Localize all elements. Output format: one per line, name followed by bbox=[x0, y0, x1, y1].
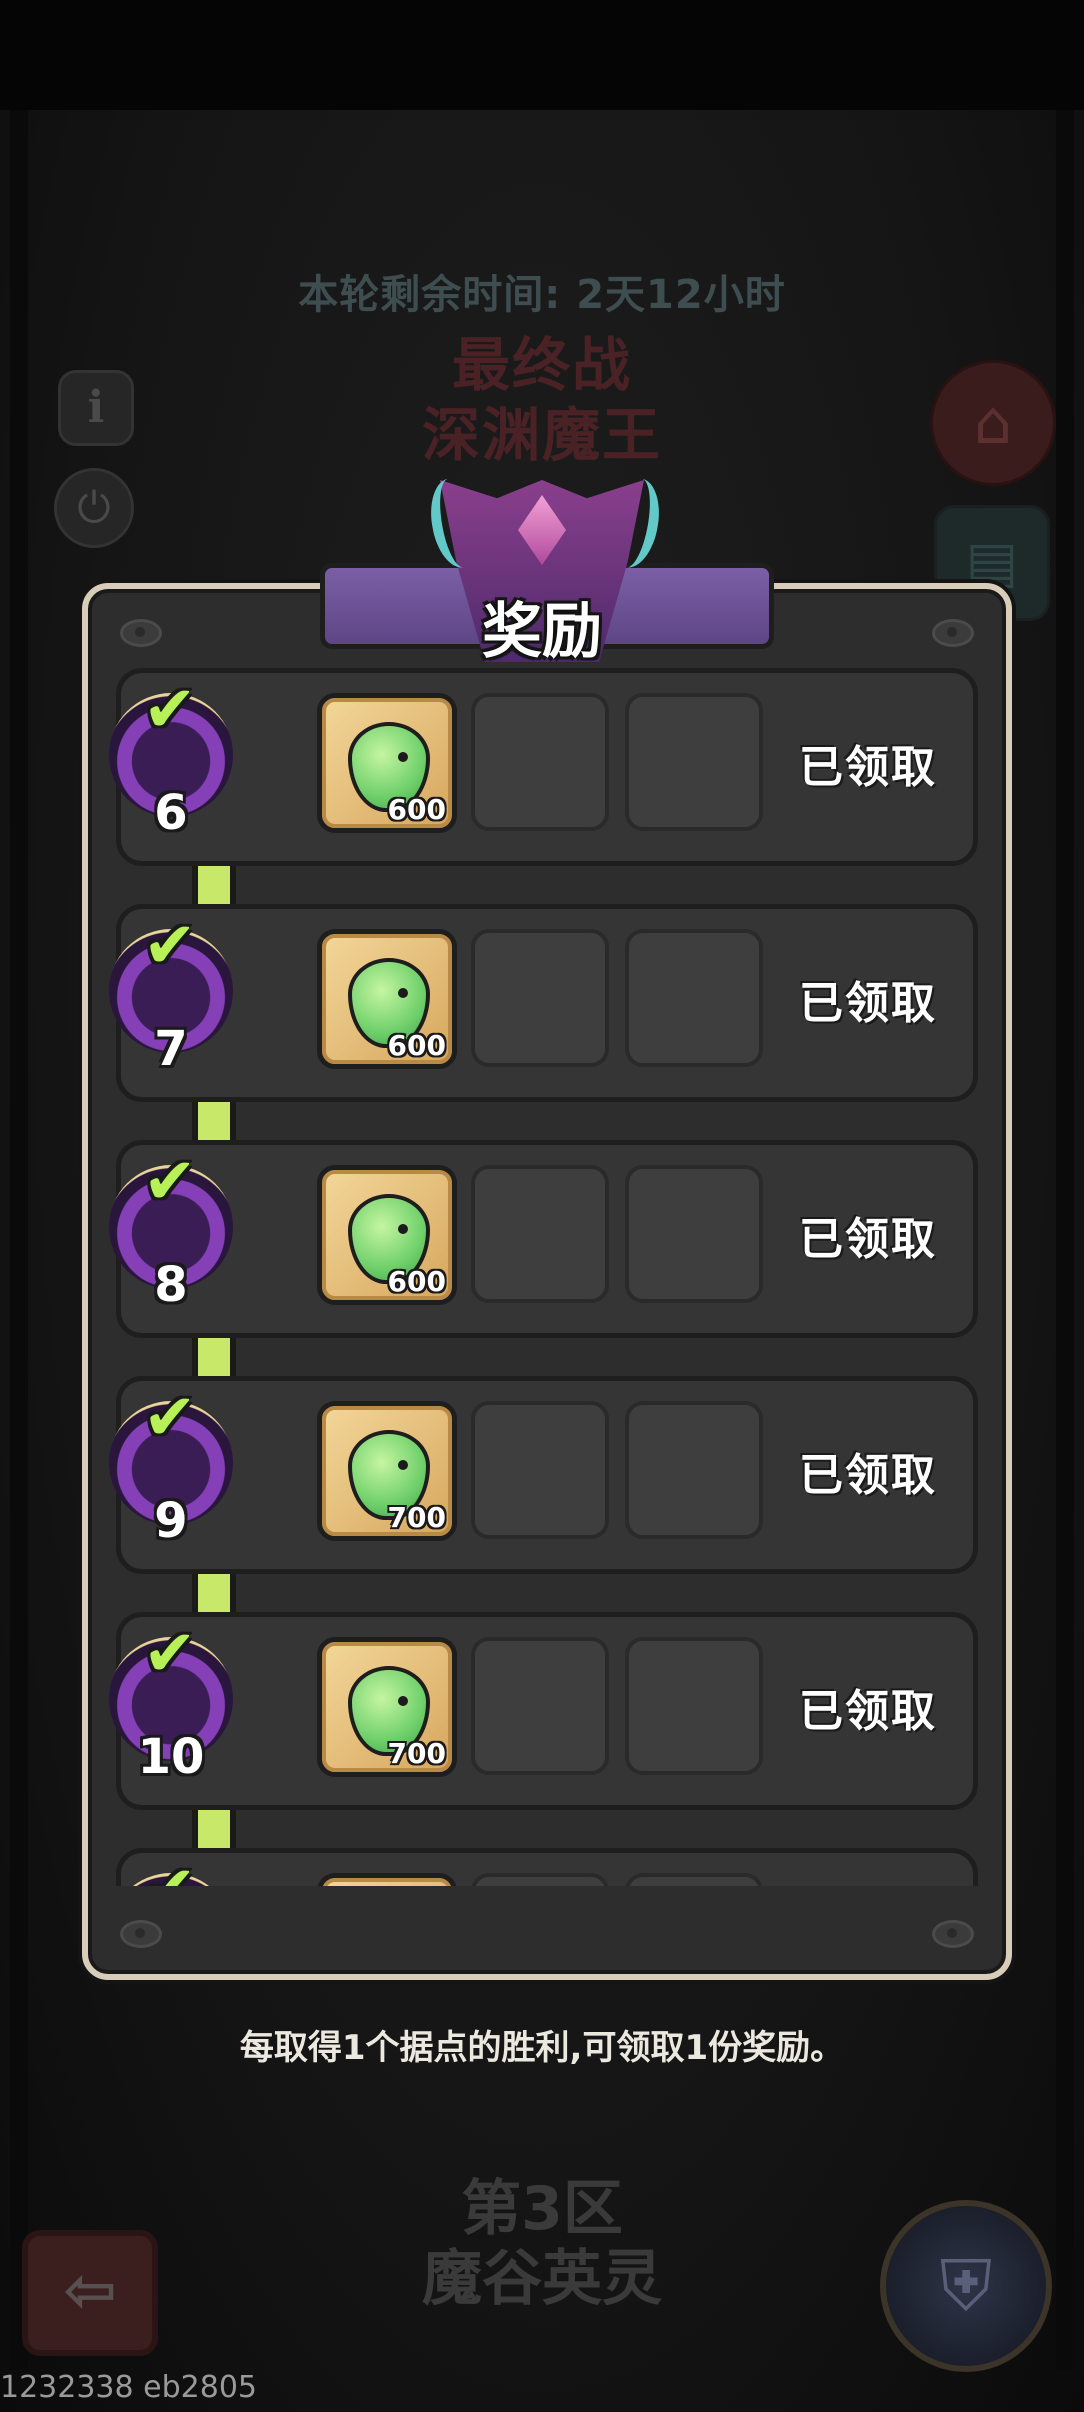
back-arrow-icon: ⇦ bbox=[63, 2254, 117, 2328]
panel-title: 奖励 bbox=[482, 597, 602, 667]
reward-item-slot[interactable]: 700 bbox=[317, 1401, 457, 1541]
stage-badge: ✔ 7 bbox=[109, 909, 239, 1077]
reward-hint-text: 每取得1个据点的胜利,可领取1份奖励。 bbox=[239, 2028, 845, 2068]
reward-item-slot[interactable]: 600 bbox=[317, 929, 457, 1069]
empty-slot bbox=[471, 1873, 609, 1886]
reward-row: ✔ 9 700 已领取 bbox=[109, 1376, 978, 1574]
check-icon: ✔ bbox=[143, 1617, 197, 1691]
claimed-status: 已领取 bbox=[799, 978, 937, 1029]
empty-slot bbox=[625, 1165, 763, 1303]
empty-slot bbox=[471, 929, 609, 1067]
bolt-decoration bbox=[120, 1920, 162, 1948]
stage-number: 10 bbox=[137, 1729, 205, 1785]
stage-number: 9 bbox=[154, 1493, 188, 1549]
build-id-label: 1232338 eb2805 bbox=[0, 2370, 257, 2405]
reward-row: ✔ bbox=[109, 1848, 978, 1886]
stage-badge: ✔ 6 bbox=[109, 673, 239, 841]
stage-number: 8 bbox=[154, 1257, 188, 1313]
stage-number: 6 bbox=[154, 785, 188, 841]
status-bar-area bbox=[0, 0, 1084, 110]
stage-number: 7 bbox=[154, 1021, 188, 1077]
reward-row: ✔ 8 600 已领取 bbox=[109, 1140, 978, 1338]
reward-list[interactable]: ✔ 6 600 已领取 ✔ 7 600 已领取 ✔ 8 600 已领取 ✔ 9 … bbox=[100, 668, 984, 1886]
stage-badge: ✔ bbox=[109, 1853, 239, 1886]
back-button[interactable]: ⇦ bbox=[22, 2230, 158, 2356]
info-icon: i bbox=[87, 382, 105, 433]
empty-slot bbox=[471, 693, 609, 831]
check-icon: ✔ bbox=[143, 1145, 197, 1219]
check-icon: ✔ bbox=[143, 1381, 197, 1455]
hero-button[interactable]: ⛨ bbox=[880, 2200, 1052, 2372]
reward-row: ✔ 6 600 已领取 bbox=[109, 668, 978, 866]
claimed-status: 已领取 bbox=[799, 742, 937, 793]
power-icon: ⏻ bbox=[77, 483, 111, 532]
empty-slot bbox=[471, 1401, 609, 1539]
check-icon: ✔ bbox=[143, 673, 197, 747]
empty-slot bbox=[625, 1637, 763, 1775]
reward-item-slot[interactable]: 600 bbox=[317, 1165, 457, 1305]
bolt-decoration bbox=[932, 1920, 974, 1948]
stage-badge: ✔ 8 bbox=[109, 1145, 239, 1313]
reward-item-slot[interactable] bbox=[317, 1873, 457, 1886]
reward-quantity: 600 bbox=[387, 1265, 446, 1298]
claimed-status: 已领取 bbox=[799, 1214, 937, 1265]
hero-helmet-icon: ⛨ bbox=[939, 2245, 993, 2327]
empty-slot bbox=[471, 1637, 609, 1775]
round-timer: 本轮剩余时间: 2天12小时 bbox=[298, 272, 786, 318]
stage-badge: ✔ 10 bbox=[109, 1617, 239, 1785]
shop-icon: ⌂ bbox=[973, 388, 1013, 458]
claimed-status: 已领取 bbox=[799, 1686, 937, 1737]
reward-quantity: 600 bbox=[387, 1029, 446, 1062]
empty-slot bbox=[625, 1401, 763, 1539]
reward-item-slot[interactable]: 600 bbox=[317, 693, 457, 833]
check-icon: ✔ bbox=[143, 1853, 197, 1886]
reward-quantity: 700 bbox=[387, 1737, 446, 1770]
reward-quantity: 700 bbox=[387, 1501, 446, 1534]
empty-slot bbox=[625, 693, 763, 831]
info-button[interactable]: i bbox=[58, 370, 134, 446]
power-button[interactable]: ⏻ bbox=[54, 468, 134, 548]
claimed-status: 已领取 bbox=[799, 1450, 937, 1501]
reward-row: ✔ 7 600 已领取 bbox=[109, 904, 978, 1102]
reward-quantity: 600 bbox=[387, 793, 446, 826]
check-icon: ✔ bbox=[143, 909, 197, 983]
reward-item-slot[interactable]: 700 bbox=[317, 1637, 457, 1777]
boss-title-line2: 深渊魔王 bbox=[421, 401, 662, 469]
reward-row: ✔ 10 700 已领取 bbox=[109, 1612, 978, 1810]
empty-slot bbox=[471, 1165, 609, 1303]
empty-slot bbox=[625, 929, 763, 1067]
empty-slot bbox=[625, 1873, 763, 1886]
stage-badge: ✔ 9 bbox=[109, 1381, 239, 1549]
shop-button[interactable]: ⌂ bbox=[930, 360, 1056, 486]
